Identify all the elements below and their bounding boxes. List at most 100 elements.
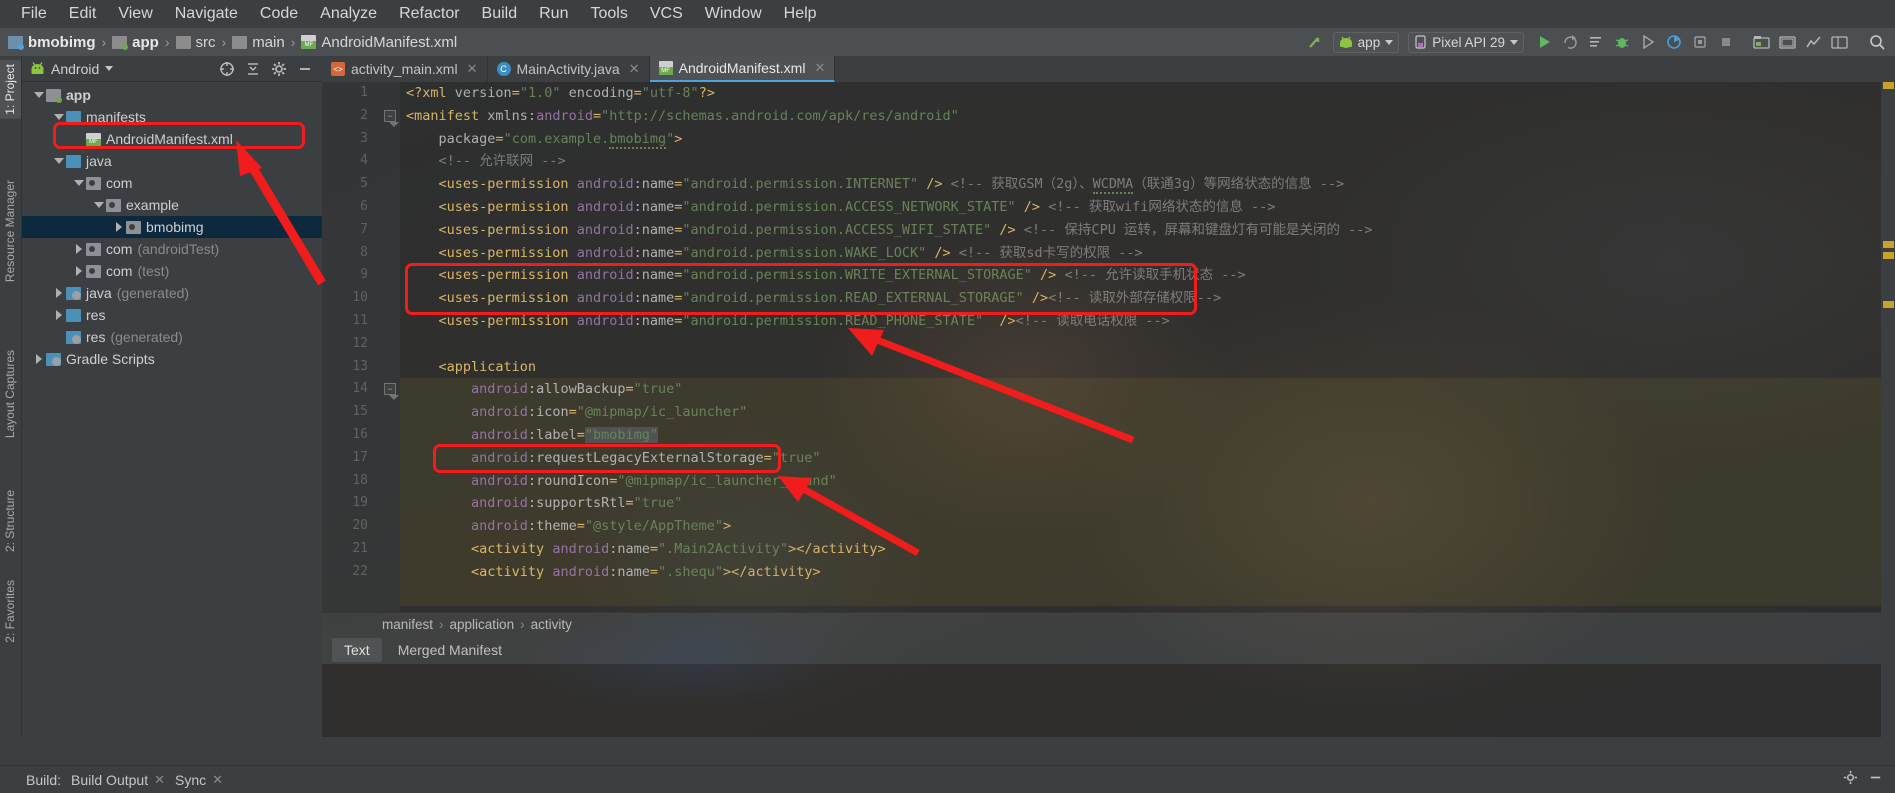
structure-breadcrumb-activity[interactable]: activity: [531, 617, 572, 632]
run-icon[interactable]: [1532, 31, 1555, 54]
avd-manager-icon[interactable]: [1776, 31, 1799, 54]
profile-icon[interactable]: [1662, 31, 1685, 54]
menu-item-build[interactable]: Build: [471, 3, 529, 25]
breadcrumb-item-androidmanifest-xml[interactable]: AndroidManifest.xml: [301, 34, 457, 51]
settings-gear-icon[interactable]: [1843, 770, 1858, 790]
sync-tab[interactable]: Sync ✕: [175, 772, 223, 788]
debug-icon[interactable]: [1610, 31, 1633, 54]
menu-item-view[interactable]: View: [107, 3, 163, 25]
tree-item-label: example: [126, 197, 179, 213]
tree-item-gradle-scripts[interactable]: Gradle Scripts: [22, 348, 322, 370]
project-view-selector[interactable]: Android: [22, 61, 114, 77]
close-icon[interactable]: ✕: [467, 61, 478, 77]
settings-gear-icon[interactable]: [268, 58, 290, 80]
stop-icon[interactable]: [1714, 31, 1737, 54]
menu-item-analyze[interactable]: Analyze: [309, 3, 388, 25]
menu-item-vcs[interactable]: VCS: [639, 3, 694, 25]
breadcrumb-item-main[interactable]: main: [232, 34, 285, 51]
close-icon[interactable]: ✕: [212, 772, 223, 788]
tree-item-app[interactable]: app: [22, 84, 322, 106]
collapse-all-icon[interactable]: [242, 58, 264, 80]
tree-item-com[interactable]: com (test): [22, 260, 322, 282]
chevron-right-icon[interactable]: [52, 288, 66, 298]
chevron-right-icon[interactable]: [32, 354, 46, 364]
menu-item-edit[interactable]: Edit: [58, 3, 108, 25]
tree-item-res[interactable]: res: [22, 304, 322, 326]
menu-item-file[interactable]: File: [10, 3, 58, 25]
warning-marker[interactable]: [1883, 252, 1894, 259]
sidebar-item-structure[interactable]: 2: Structure: [0, 486, 21, 556]
device-selector[interactable]: Pixel API 29: [1408, 31, 1524, 53]
chevron-right-icon[interactable]: [72, 244, 86, 254]
hide-panel-icon[interactable]: [294, 58, 316, 80]
menu-item-tools[interactable]: Tools: [579, 3, 638, 25]
folder-icon: [232, 35, 248, 49]
run-with-coverage-icon[interactable]: [1636, 31, 1659, 54]
hide-icon[interactable]: [1868, 770, 1883, 790]
tree-item-java[interactable]: java: [22, 150, 322, 172]
structure-breadcrumb[interactable]: manifest › application › activity: [322, 612, 1895, 636]
warning-marker[interactable]: [1883, 82, 1894, 89]
sidebar-item-project[interactable]: 1: Project: [0, 60, 21, 119]
menu-item-run[interactable]: Run: [528, 3, 579, 25]
apply-code-changes-icon[interactable]: [1584, 31, 1607, 54]
tree-item-bmobimg[interactable]: bmobimg: [22, 216, 322, 238]
tree-item-res[interactable]: res (generated): [22, 326, 322, 348]
folder-generated: [66, 330, 81, 344]
attach-debugger-icon[interactable]: [1688, 31, 1711, 54]
project-icon: [8, 35, 24, 50]
tree-item-example[interactable]: example: [22, 194, 322, 216]
breadcrumb-item-app[interactable]: app: [112, 34, 159, 51]
build-output-tab[interactable]: Build Output ✕: [71, 772, 165, 788]
warning-marker[interactable]: [1883, 301, 1894, 308]
structure-breadcrumb-manifest[interactable]: manifest: [382, 617, 433, 632]
close-icon[interactable]: ✕: [154, 772, 165, 788]
sidebar-item-layout-captures-label: Layout Captures: [3, 350, 17, 439]
breadcrumb-item-bmobimg[interactable]: bmobimg: [8, 34, 96, 51]
warning-marker[interactable]: [1883, 241, 1894, 248]
sdk-manager-icon[interactable]: [1750, 31, 1773, 54]
chevron-down-icon[interactable]: [52, 158, 66, 164]
menu-item-refactor[interactable]: Refactor: [388, 3, 470, 25]
layout-inspector-icon[interactable]: [1828, 31, 1851, 54]
menu-item-code[interactable]: Code: [249, 3, 309, 25]
right-marker-rail[interactable]: [1881, 56, 1895, 737]
close-icon[interactable]: ✕: [814, 60, 825, 76]
chevron-right-icon[interactable]: [52, 310, 66, 320]
sidebar-item-layout-captures[interactable]: Layout Captures: [0, 346, 21, 442]
make-project-icon[interactable]: [1303, 31, 1326, 54]
editor-tab-androidmanifest-xml[interactable]: AndroidManifest.xml ✕: [649, 56, 836, 82]
tree-item-com[interactable]: com (androidTest): [22, 238, 322, 260]
profiler-icon[interactable]: [1802, 31, 1825, 54]
editor-mode-tab-text[interactable]: Text: [332, 638, 382, 662]
tree-item-qualifier: (generated): [116, 285, 190, 301]
menu-item-help[interactable]: Help: [773, 3, 828, 25]
tree-item-java[interactable]: java (generated): [22, 282, 322, 304]
menu-item-window[interactable]: Window: [694, 3, 773, 25]
code-text: <!-- 允许联网 -->: [438, 153, 566, 170]
sidebar-item-favorites[interactable]: 2: Favorites: [0, 576, 21, 647]
breadcrumb-item-src[interactable]: src: [175, 34, 216, 51]
search-everywhere-icon[interactable]: [1866, 31, 1889, 54]
structure-breadcrumb-application[interactable]: application: [450, 617, 515, 632]
module-selector[interactable]: app: [1332, 31, 1400, 53]
code-editor[interactable]: − − 1 <?xml version="1.0" encoding="utf-8…: [322, 82, 1895, 612]
sidebar-item-resource-manager[interactable]: Resource Manager: [0, 176, 21, 286]
chevron-right-icon[interactable]: [72, 266, 86, 276]
close-icon[interactable]: ✕: [629, 61, 640, 77]
apply-changes-icon[interactable]: [1558, 31, 1581, 54]
editor-tab-activity_main-xml[interactable]: <> activity_main.xml ✕: [322, 56, 488, 82]
chevron-down-icon[interactable]: [52, 114, 66, 120]
tree-item-label: com: [106, 241, 133, 257]
tree-item-com[interactable]: com: [22, 172, 322, 194]
chevron-down-icon[interactable]: [32, 92, 46, 98]
code-text: <?xml version="1.0" encoding="utf-8"?>: [406, 85, 715, 101]
android-icon: [30, 61, 45, 76]
menu-item-navigate[interactable]: Navigate: [164, 3, 249, 25]
select-opened-file-icon[interactable]: [216, 58, 238, 80]
chevron-right-icon[interactable]: [112, 222, 126, 232]
chevron-down-icon[interactable]: [92, 202, 106, 208]
chevron-down-icon[interactable]: [72, 180, 86, 186]
editor-mode-tab-merged-manifest[interactable]: Merged Manifest: [386, 638, 514, 662]
editor-tab-mainactivity-java[interactable]: C MainActivity.java ✕: [487, 56, 650, 82]
